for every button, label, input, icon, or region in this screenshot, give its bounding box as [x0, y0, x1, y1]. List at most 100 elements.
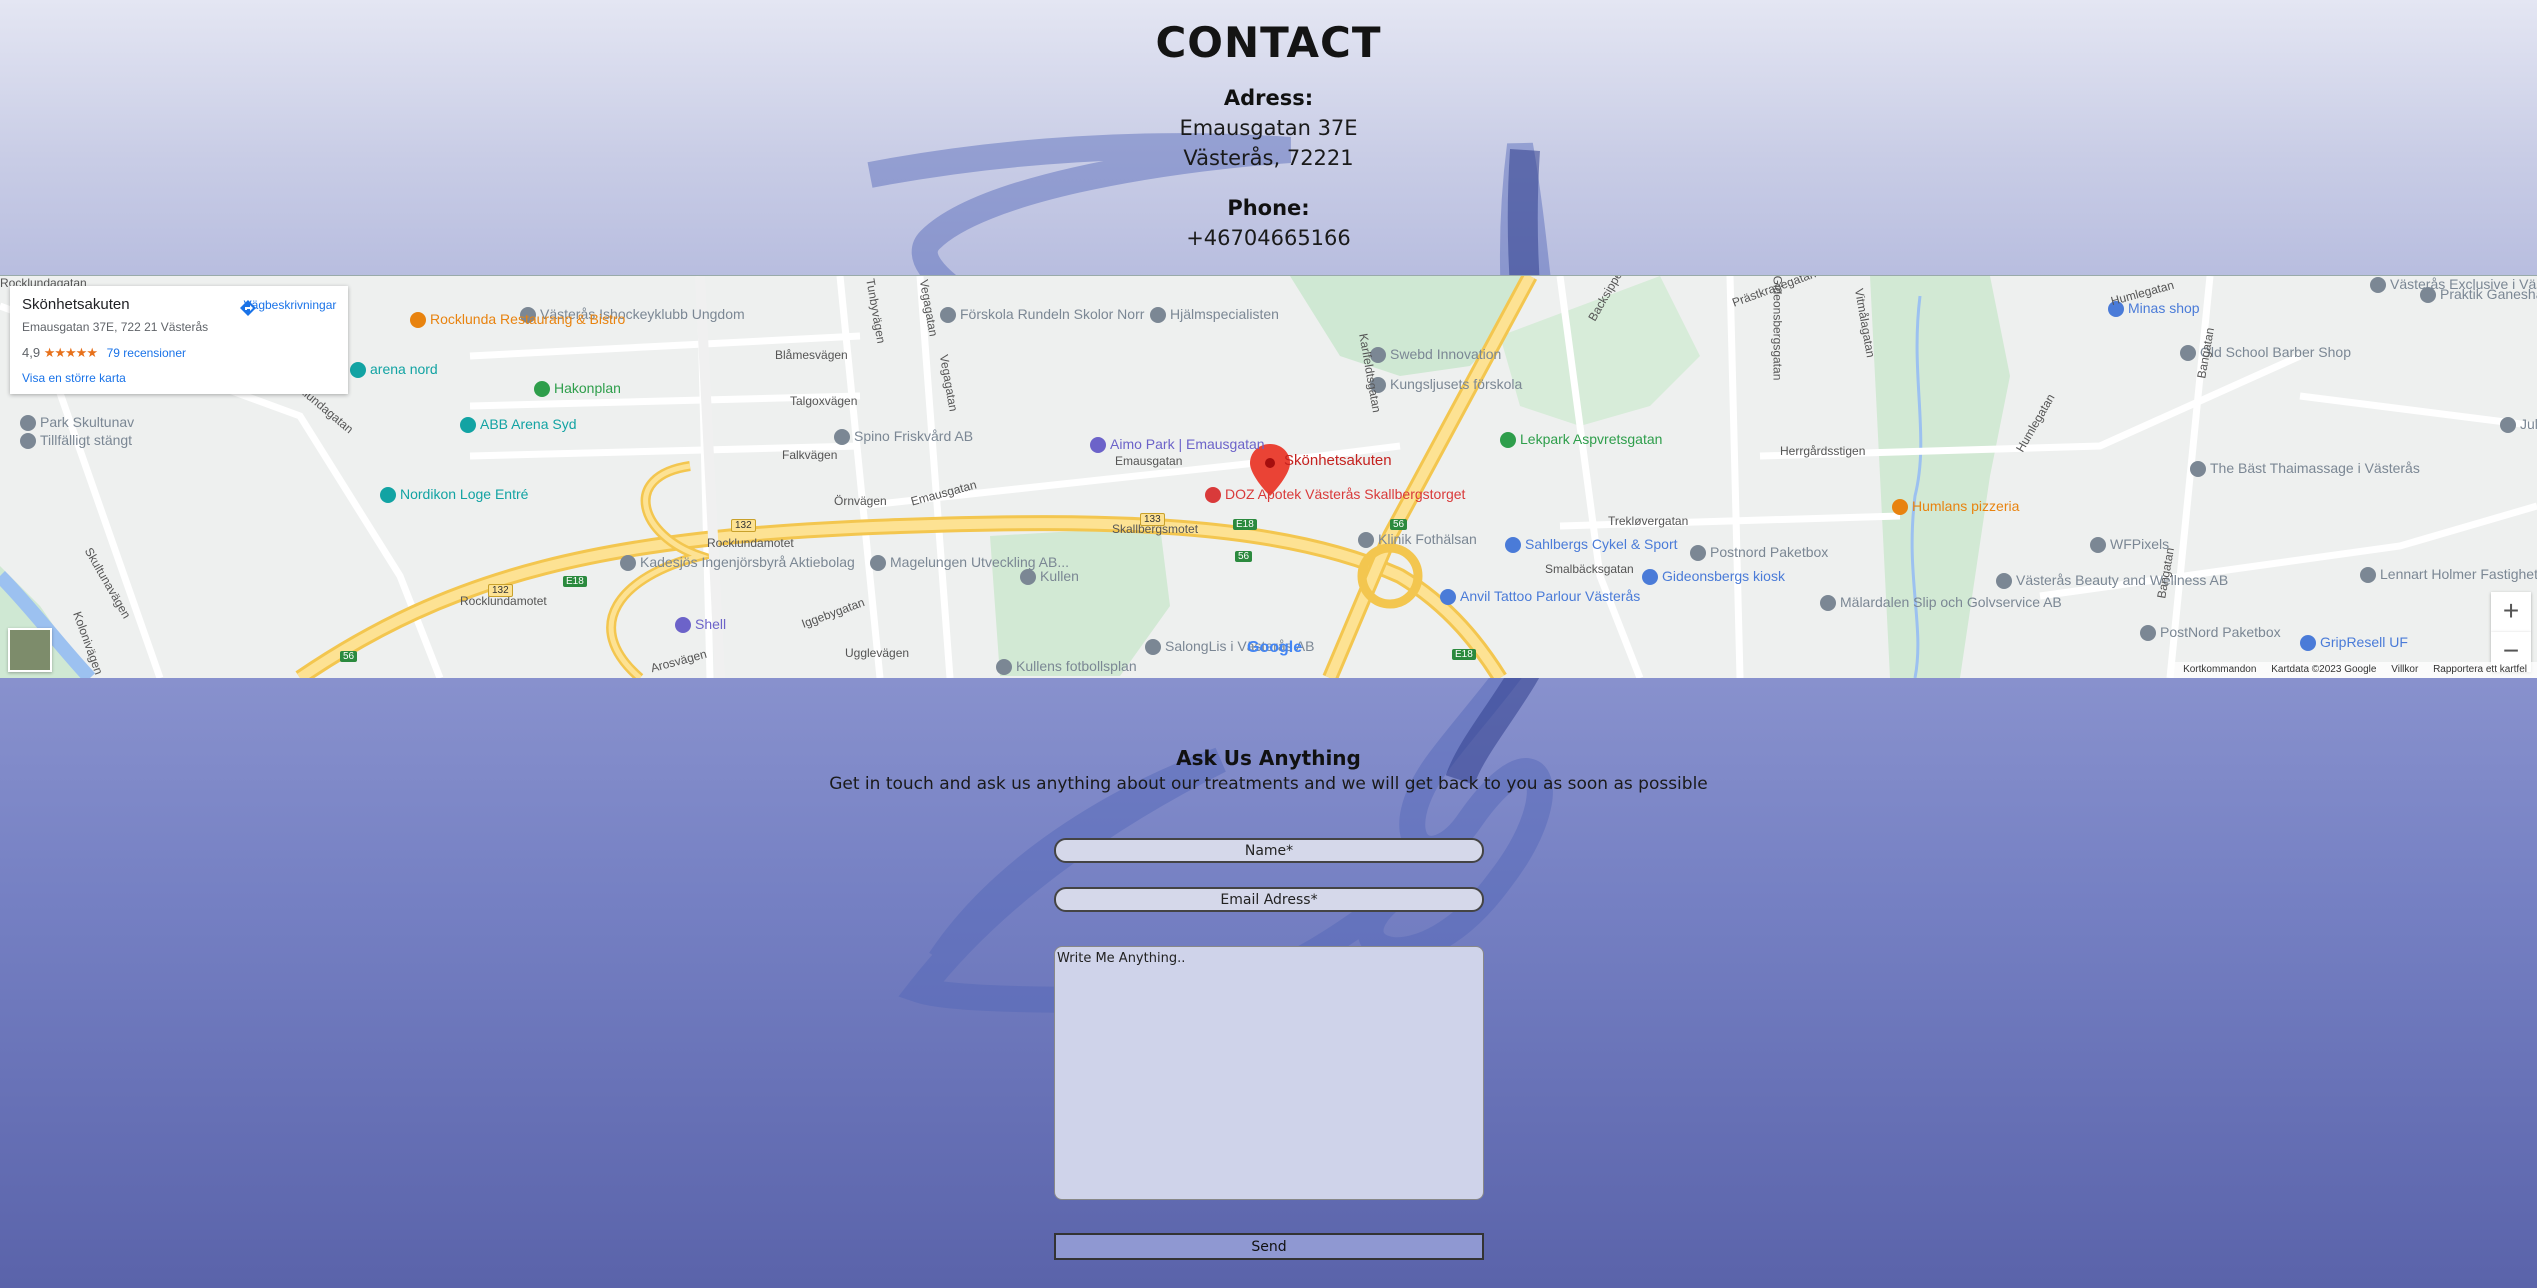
- larger-map-link[interactable]: Visa en större karta: [22, 371, 126, 385]
- phone-number[interactable]: +46704665166: [0, 226, 2537, 250]
- poi-pin-icon: [675, 617, 691, 634]
- marker-label[interactable]: Skönhetsakuten: [1284, 452, 1392, 469]
- map-poi[interactable]: Klinik Fothälsan: [1358, 531, 1477, 549]
- embedded-map[interactable]: Skönhetsakuten Västerås Ishockeyklubb Un…: [0, 275, 2537, 678]
- reviews-link[interactable]: 79 recensioner: [107, 346, 186, 360]
- keyboard-shortcuts-link[interactable]: Kortkommandon: [2183, 664, 2256, 675]
- poi-label: DOZ Apotek Västerås Skallbergstorget: [1225, 486, 1466, 502]
- map-data-credit: Kartdata ©2023 Google: [2271, 664, 2377, 675]
- map-poi[interactable]: ABB Arena Syd: [460, 416, 577, 434]
- map-poi[interactable]: Västerås Beauty and Wellness AB: [1996, 572, 2229, 590]
- poi-label: Lekpark Aspvretsgatan: [1520, 431, 1663, 447]
- poi-pin-icon: [940, 307, 956, 324]
- poi-pin-icon: [20, 433, 36, 450]
- map-poi[interactable]: The Bäst Thaimassage i Västerås: [2190, 460, 2420, 478]
- poi-pin-icon: [1642, 569, 1658, 586]
- map-poi[interactable]: Aimo Park | Emausgatan: [1090, 436, 1265, 454]
- poi-pin-icon: [2300, 635, 2316, 652]
- send-button[interactable]: Send: [1054, 1233, 1484, 1260]
- place-name: Skönhetsakuten: [22, 296, 130, 313]
- poi-label: Klinik Fothälsan: [1378, 531, 1477, 547]
- poi-pin-icon: [1145, 639, 1161, 656]
- poi-pin-icon: [1892, 499, 1908, 516]
- map-poi[interactable]: Postnord Paketbox: [1690, 544, 1828, 562]
- map-poi[interactable]: arena nord: [350, 361, 438, 379]
- poi-pin-icon: [2370, 277, 2386, 294]
- map-poi[interactable]: Hakonplan: [534, 380, 621, 398]
- map-poi[interactable]: Shell: [675, 616, 727, 634]
- map-poi[interactable]: Spino Friskvård AB: [834, 428, 974, 446]
- map-canvas[interactable]: [0, 276, 2537, 678]
- poi-label: Förskola Rundeln Skolor Norr: [960, 306, 1145, 322]
- road-shield: 132: [731, 519, 756, 532]
- zoom-in-button[interactable]: +: [2491, 592, 2531, 632]
- report-error-link[interactable]: Rapportera ett kartfel: [2433, 664, 2527, 675]
- poi-label: Västerås Exclusive i Västerås AB: [2390, 276, 2537, 292]
- google-logo: Google: [1247, 639, 1303, 656]
- map-poi[interactable]: Anvil Tattoo Parlour Västerås: [1440, 588, 1640, 606]
- poi-label: Spino Friskvård AB: [854, 428, 974, 444]
- map-poi[interactable]: Kullens fotbollsplan: [996, 658, 1137, 676]
- poi-label: Västerås Beauty and Wellness AB: [2016, 572, 2229, 588]
- map-poi[interactable]: Swebd Innovation: [1370, 346, 1501, 364]
- form-subtitle: Get in touch and ask us anything about o…: [829, 774, 1708, 794]
- poi-label: Humlans pizzeria: [1912, 498, 2020, 514]
- map-poi[interactable]: Kullen: [1020, 568, 1079, 586]
- map-poi[interactable]: Julia: [2500, 416, 2537, 434]
- map-poi[interactable]: Mälardalen Slip och Golvservice AB: [1820, 594, 2062, 612]
- poi-label: Aimo Park | Emausgatan: [1110, 436, 1265, 452]
- map-poi[interactable]: PostNord Paketbox: [2140, 624, 2281, 642]
- road-label: Blåmesvägen: [775, 348, 848, 362]
- map-poi[interactable]: Västerås Exclusive i Västerås AB: [2370, 276, 2537, 294]
- poi-label: Julia: [2520, 416, 2537, 432]
- poi-pin-icon: [1020, 569, 1036, 586]
- map-poi[interactable]: Gideonsbergs kiosk: [1642, 568, 1785, 586]
- poi-pin-icon: [1358, 532, 1374, 549]
- poi-pin-icon: [1440, 589, 1456, 606]
- poi-pin-icon: [380, 487, 396, 504]
- poi-label: Shell: [695, 616, 727, 632]
- map-poi[interactable]: GripResell UF: [2300, 634, 2408, 652]
- email-input[interactable]: [1054, 887, 1484, 912]
- map-poi[interactable]: WFPixels: [2090, 536, 2169, 554]
- poi-label: Nordikon Loge Entré: [400, 486, 529, 502]
- map-poi[interactable]: Humlans pizzeria: [1892, 498, 2020, 516]
- road-shield: 56: [1390, 519, 1408, 530]
- map-poi[interactable]: Hjälmspecialisten: [1150, 306, 1279, 324]
- map-poi[interactable]: Tillfälligt stängt: [20, 432, 133, 450]
- poi-label: The Bäst Thaimassage i Västerås: [2210, 460, 2420, 476]
- map-poi[interactable]: Nordikon Loge Entré: [380, 486, 529, 504]
- poi-pin-icon: [1150, 307, 1166, 324]
- map-poi[interactable]: Förskola Rundeln Skolor Norr: [940, 306, 1145, 324]
- map-poi[interactable]: Park Skultunav: [20, 414, 134, 432]
- map-poi[interactable]: DOZ Apotek Västerås Skallbergstorget: [1205, 486, 1466, 504]
- name-input[interactable]: [1054, 838, 1484, 863]
- directions-button[interactable]: Vägbeskrivningar: [238, 298, 342, 316]
- map-poi[interactable]: Sahlbergs Cykel & Sport: [1505, 536, 1678, 554]
- directions-icon: [240, 300, 256, 316]
- poi-label: Mälardalen Slip och Golvservice AB: [1840, 594, 2062, 610]
- road-label: Rocklundamotet: [707, 536, 794, 550]
- road-shield: E18: [563, 576, 587, 587]
- terms-link[interactable]: Villkor: [2391, 664, 2418, 675]
- road-label: Ugglevägen: [845, 646, 910, 660]
- message-textarea[interactable]: [1054, 946, 1484, 1200]
- rating-stars-icon: ★★★★★: [43, 345, 98, 360]
- satellite-layer-toggle[interactable]: [8, 628, 52, 672]
- road-shield: 56: [1235, 551, 1253, 562]
- map-poi[interactable]: Kadesjös Ingenjörsbyrå Aktiebolag: [620, 554, 855, 572]
- poi-label: Kullen: [1040, 568, 1079, 584]
- poi-label: Kadesjös Ingenjörsbyrå Aktiebolag: [640, 554, 855, 570]
- poi-label: GripResell UF: [2320, 634, 2408, 650]
- poi-label: Minas shop: [2128, 300, 2200, 316]
- poi-label: Old School Barber Shop: [2200, 344, 2351, 360]
- road-label: Talgoxvägen: [790, 394, 858, 408]
- map-poi[interactable]: Lekpark Aspvretsgatan: [1500, 431, 1663, 449]
- poi-label: Lennart Holmer Fastighetsförva: [2380, 566, 2537, 582]
- poi-pin-icon: [834, 429, 850, 446]
- poi-pin-icon: [870, 555, 886, 572]
- map-poi[interactable]: Rocklunda Restaurang & Bistro: [410, 311, 625, 329]
- poi-label: Tillfälligt stängt: [40, 432, 133, 448]
- map-poi[interactable]: Lennart Holmer Fastighetsförva: [2360, 566, 2537, 584]
- map-poi[interactable]: Kungsljusets förskola: [1370, 376, 1522, 394]
